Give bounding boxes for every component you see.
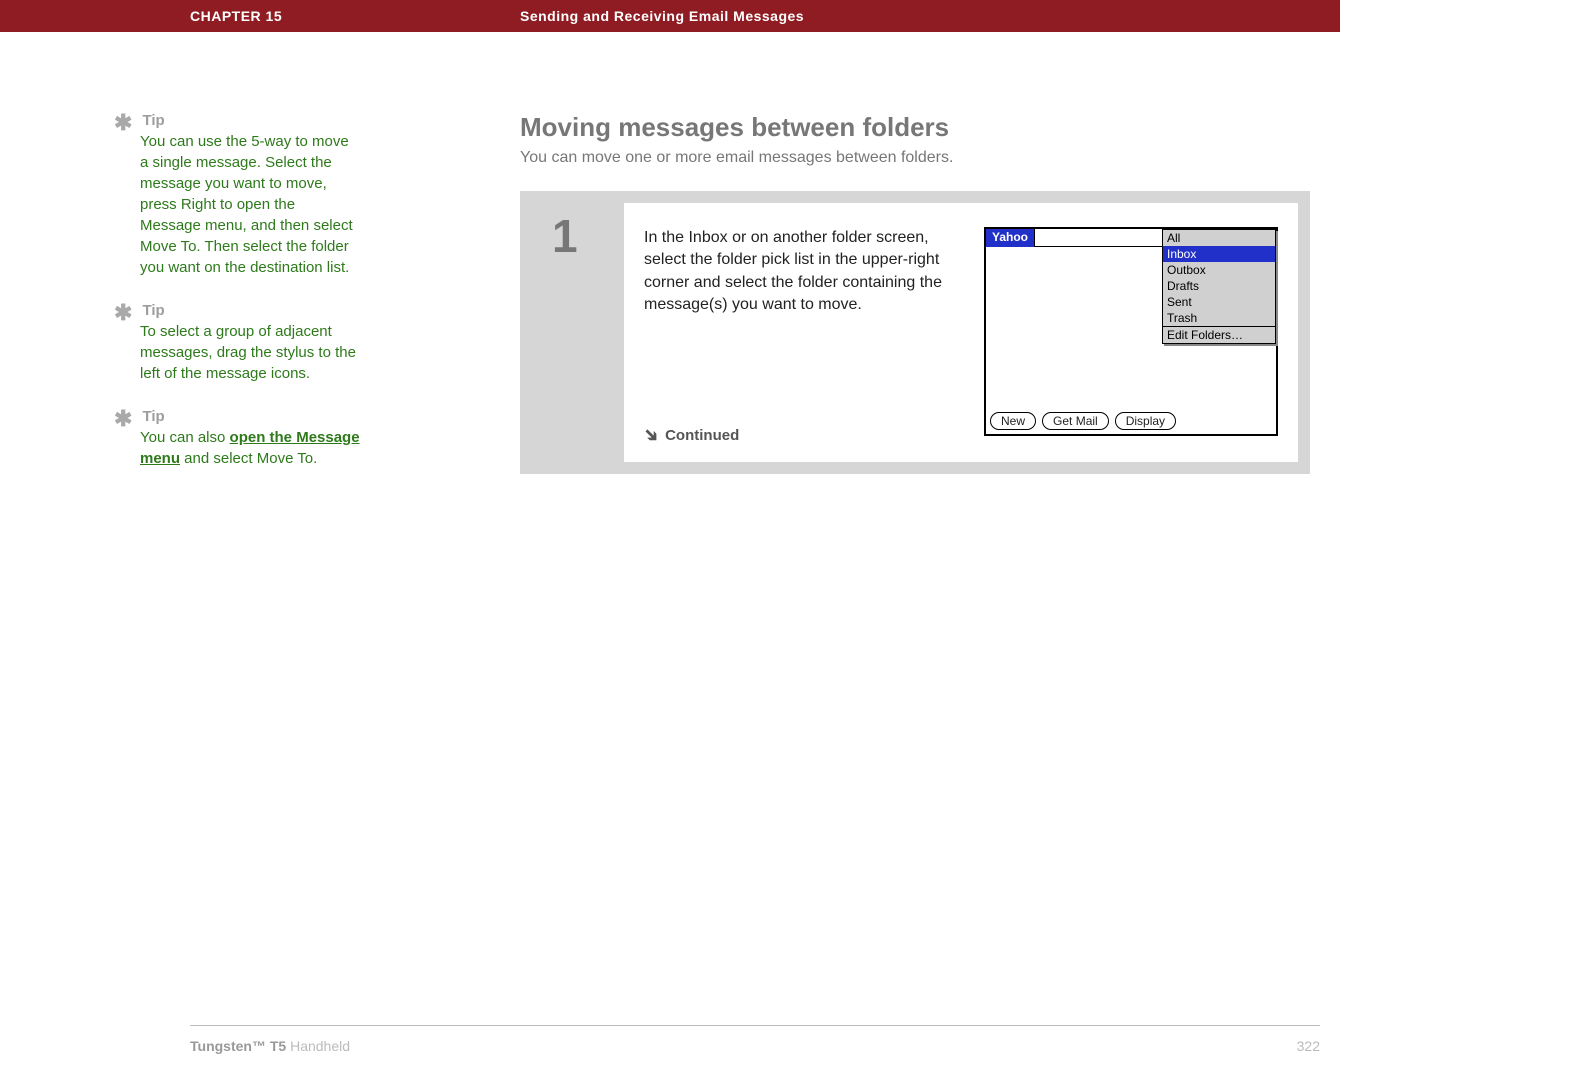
- folder-picklist[interactable]: All Inbox Outbox Drafts Sent Trash Edit …: [1162, 229, 1276, 344]
- folder-option[interactable]: All: [1163, 230, 1275, 246]
- product-name: Tungsten™ T5 Handheld: [190, 1038, 350, 1054]
- tip-label: Tip: [142, 408, 164, 425]
- section-heading: Moving messages between folders: [520, 112, 1340, 143]
- folder-option[interactable]: Trash: [1163, 310, 1275, 326]
- step-container: 1 In the Inbox or on another folder scre…: [520, 191, 1310, 474]
- arrow-down-right-icon: ➔: [641, 425, 662, 446]
- continued-label: ➔ Continued: [644, 427, 944, 444]
- get-mail-button[interactable]: Get Mail: [1042, 412, 1109, 430]
- tip-label: Tip: [142, 302, 164, 319]
- folder-option[interactable]: Sent: [1163, 294, 1275, 310]
- tip-block: ✱ Tip To select a group of adjacent mess…: [140, 302, 360, 384]
- tip-block: ✱ Tip You can also open the Message menu…: [140, 408, 360, 469]
- new-button[interactable]: New: [990, 412, 1036, 430]
- tip-block: ✱ Tip You can use the 5-way to move a si…: [140, 112, 360, 278]
- asterisk-icon: ✱: [114, 411, 132, 427]
- tip-label: Tip: [142, 112, 164, 129]
- chapter-title: Sending and Receiving Email Messages: [520, 8, 804, 24]
- folder-option[interactable]: Drafts: [1163, 278, 1275, 294]
- page-number: 322: [1297, 1038, 1320, 1054]
- device-screenshot: Yahoo 0/0 All Inbox Outbox Drafts Sent T…: [984, 227, 1278, 436]
- folder-option-selected[interactable]: Inbox: [1163, 246, 1275, 262]
- step-number: 1: [532, 203, 624, 462]
- tip-body: You can also open the Message menu and s…: [140, 427, 360, 469]
- tips-sidebar: ✱ Tip You can use the 5-way to move a si…: [0, 112, 360, 493]
- tip-body: To select a group of adjacent messages, …: [140, 321, 360, 384]
- folder-option[interactable]: Outbox: [1163, 262, 1275, 278]
- asterisk-icon: ✱: [114, 305, 132, 321]
- section-lede: You can move one or more email messages …: [520, 149, 1340, 167]
- step-text: In the Inbox or on another folder screen…: [644, 227, 944, 317]
- account-label: Yahoo: [986, 229, 1035, 247]
- asterisk-icon: ✱: [114, 115, 132, 131]
- page-header: CHAPTER 15 Sending and Receiving Email M…: [0, 0, 1340, 32]
- display-button[interactable]: Display: [1115, 412, 1176, 430]
- folder-option[interactable]: Edit Folders…: [1163, 326, 1275, 343]
- footer-rule: [190, 1025, 1320, 1026]
- chapter-label: CHAPTER 15: [190, 8, 520, 24]
- page-footer: Tungsten™ T5 Handheld 322: [190, 1038, 1320, 1054]
- tip-body: You can use the 5-way to move a single m…: [140, 131, 360, 278]
